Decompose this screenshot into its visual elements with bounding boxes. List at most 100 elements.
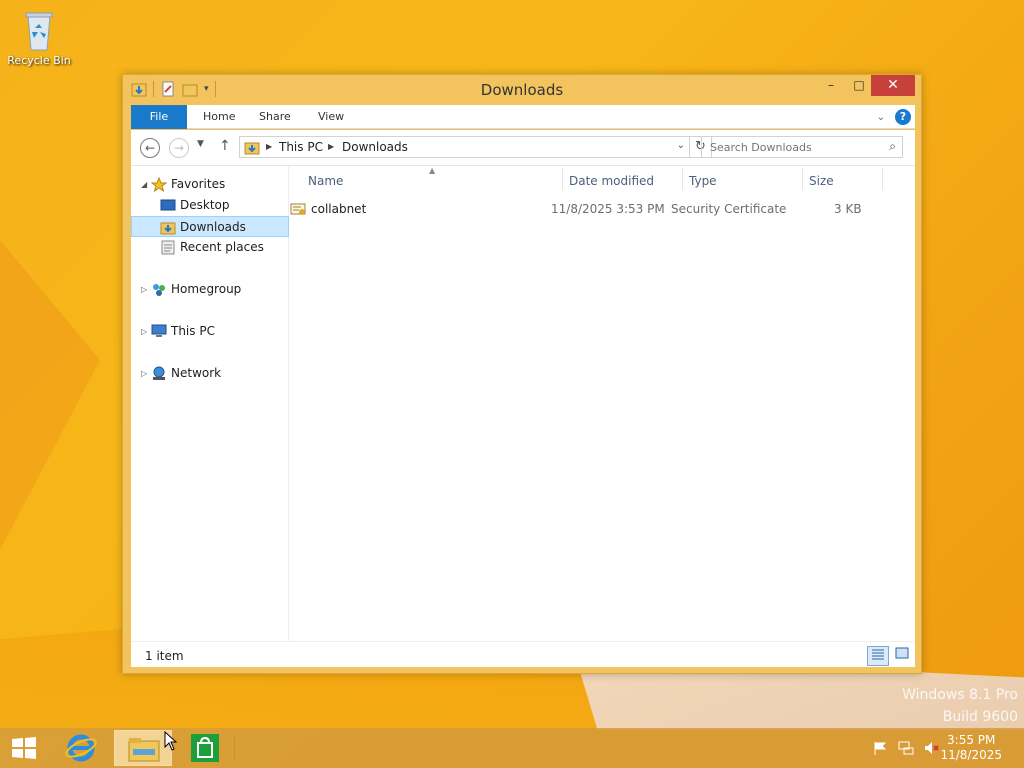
large-icons-view-button[interactable] <box>891 646 913 666</box>
recent-places-icon <box>161 240 175 255</box>
system-tray <box>872 740 940 756</box>
downloads-folder-icon <box>244 142 260 155</box>
windows-watermark: Windows 8.1 Pro Build 9600 <box>902 684 1018 728</box>
action-center-flag-icon[interactable] <box>872 740 888 756</box>
store-taskbar-button[interactable] <box>176 730 234 766</box>
recent-locations-dropdown-icon[interactable]: ▼ <box>197 139 204 149</box>
title-bar[interactable]: ▾ Downloads – □ ✕ <box>123 75 921 105</box>
sort-ascending-icon: ▲ <box>429 166 436 175</box>
wallpaper-shape <box>0 240 100 550</box>
star-icon <box>151 177 167 192</box>
sidebar-item-label: Downloads <box>180 220 246 234</box>
network-status-icon[interactable] <box>898 740 914 756</box>
recycle-bin-desktop-icon[interactable]: Recycle Bin <box>6 8 72 67</box>
sidebar-item-network[interactable]: ▷ Network <box>131 363 289 384</box>
help-button[interactable]: ? <box>895 109 911 125</box>
tab-file[interactable]: File <box>131 105 187 129</box>
status-bar: 1 item <box>131 641 915 667</box>
file-name: collabnet <box>311 202 367 216</box>
column-header-type[interactable]: Type <box>689 174 717 188</box>
up-button[interactable]: ↑ <box>219 138 231 154</box>
close-button[interactable]: ✕ <box>871 75 915 96</box>
details-view-icon <box>872 649 884 660</box>
breadcrumb-separator-icon[interactable]: ▶ <box>328 142 334 151</box>
column-divider[interactable] <box>882 168 883 190</box>
sidebar-item-downloads[interactable]: Downloads <box>131 216 289 237</box>
file-list: ▲ Name Date modified Type Size collabnet… <box>290 166 915 642</box>
network-icon <box>153 366 165 380</box>
column-divider[interactable] <box>802 168 803 190</box>
recycle-bin-label: Recycle Bin <box>7 54 71 67</box>
mouse-cursor-icon <box>164 731 178 751</box>
explorer-window: ▾ Downloads – □ ✕ File Home Share View ⌄… <box>122 74 922 674</box>
sidebar-item-homegroup[interactable]: ▷ Homegroup <box>131 279 289 300</box>
expanded-arrow-icon[interactable]: ◢ <box>141 174 147 195</box>
clock-time: 3:55 PM <box>947 733 996 747</box>
folder-icon <box>128 738 160 762</box>
recycle-bin-icon <box>25 12 53 51</box>
file-size: 3 KB <box>834 202 862 216</box>
system-clock[interactable]: 3:55 PM 11/8/2025 <box>940 733 1002 763</box>
file-date-modified: 11/8/2025 3:53 PM <box>551 202 665 216</box>
store-icon <box>191 734 219 762</box>
sidebar-item-recent-places[interactable]: Recent places <box>131 237 289 258</box>
breadcrumb-this-pc[interactable]: This PC <box>279 140 323 154</box>
search-box[interactable]: ⌕ <box>701 136 903 158</box>
computer-icon <box>151 324 167 337</box>
collapsed-arrow-icon[interactable]: ▷ <box>141 321 147 342</box>
sidebar-item-label: Desktop <box>180 198 230 212</box>
maximize-button[interactable]: □ <box>845 75 873 96</box>
window-title: Downloads <box>480 81 564 99</box>
sidebar-item-favorites[interactable]: ◢ Favorites <box>131 174 289 195</box>
forward-button[interactable]: → <box>169 138 189 158</box>
column-divider[interactable] <box>562 168 563 190</box>
taskbar: 3:55 PM 11/8/2025 <box>0 728 1024 768</box>
downloads-folder-icon <box>160 222 176 235</box>
expand-ribbon-icon[interactable]: ⌄ <box>877 112 885 123</box>
breadcrumb-downloads[interactable]: Downloads <box>342 140 408 154</box>
internet-explorer-icon <box>65 734 97 762</box>
column-divider[interactable] <box>682 168 683 190</box>
sidebar-item-label: Recent places <box>180 240 264 254</box>
collapsed-arrow-icon[interactable]: ▷ <box>141 279 147 300</box>
desktop-icon <box>160 199 176 211</box>
chevron-down-icon[interactable]: ⌄ <box>677 140 685 151</box>
sidebar-item-label: Favorites <box>171 177 226 191</box>
sidebar-item-label: Homegroup <box>171 282 242 296</box>
homegroup-icon <box>153 284 165 296</box>
navigation-pane: ◢ Favorites Desktop Downloads Recent pla… <box>131 166 289 642</box>
table-row[interactable]: collabnet 11/8/2025 3:53 PM Security Cer… <box>290 198 898 220</box>
ribbon: File Home Share View ⌄ ? <box>131 105 915 129</box>
back-button[interactable]: ← <box>140 138 160 158</box>
sidebar-item-label: This PC <box>171 324 215 338</box>
search-input[interactable] <box>702 137 872 157</box>
address-bar[interactable]: ▶ This PC ▶ Downloads ⌄ <box>239 136 690 158</box>
watermark-edition: Windows 8.1 Pro <box>902 687 1018 703</box>
details-view-button[interactable] <box>867 646 889 666</box>
column-header-date-modified[interactable]: Date modified <box>569 174 654 188</box>
collapsed-arrow-icon[interactable]: ▷ <box>141 363 147 384</box>
volume-muted-icon[interactable] <box>924 740 940 756</box>
taskbar-divider <box>234 736 235 760</box>
tab-home[interactable]: Home <box>191 105 247 129</box>
column-header-size[interactable]: Size <box>809 174 834 188</box>
search-icon[interactable]: ⌕ <box>889 139 896 154</box>
sidebar-item-this-pc[interactable]: ▷ This PC <box>131 321 289 342</box>
ribbon-right-controls: ⌄ ? <box>877 109 911 125</box>
breadcrumb-separator-icon[interactable]: ▶ <box>266 142 272 151</box>
minimize-button[interactable]: – <box>817 75 845 96</box>
internet-explorer-taskbar-button[interactable] <box>52 730 110 766</box>
content-area: ◢ Favorites Desktop Downloads Recent pla… <box>131 165 915 642</box>
navigation-bar: ← → ▼ ↑ ▶ This PC ▶ Downloads ⌄ ↻ ⌕ <box>131 130 915 165</box>
tab-share[interactable]: Share <box>247 105 303 129</box>
start-button[interactable] <box>10 736 38 760</box>
clock-date: 11/8/2025 <box>940 748 1002 762</box>
large-icons-view-icon <box>895 647 909 659</box>
file-type: Security Certificate <box>671 202 787 216</box>
certificate-icon <box>290 203 306 215</box>
column-header-name[interactable]: Name <box>308 174 343 188</box>
tab-view[interactable]: View <box>306 105 356 129</box>
item-count: 1 item <box>145 649 184 663</box>
sidebar-item-desktop[interactable]: Desktop <box>131 195 289 216</box>
watermark-build: Build 9600 <box>942 709 1018 725</box>
